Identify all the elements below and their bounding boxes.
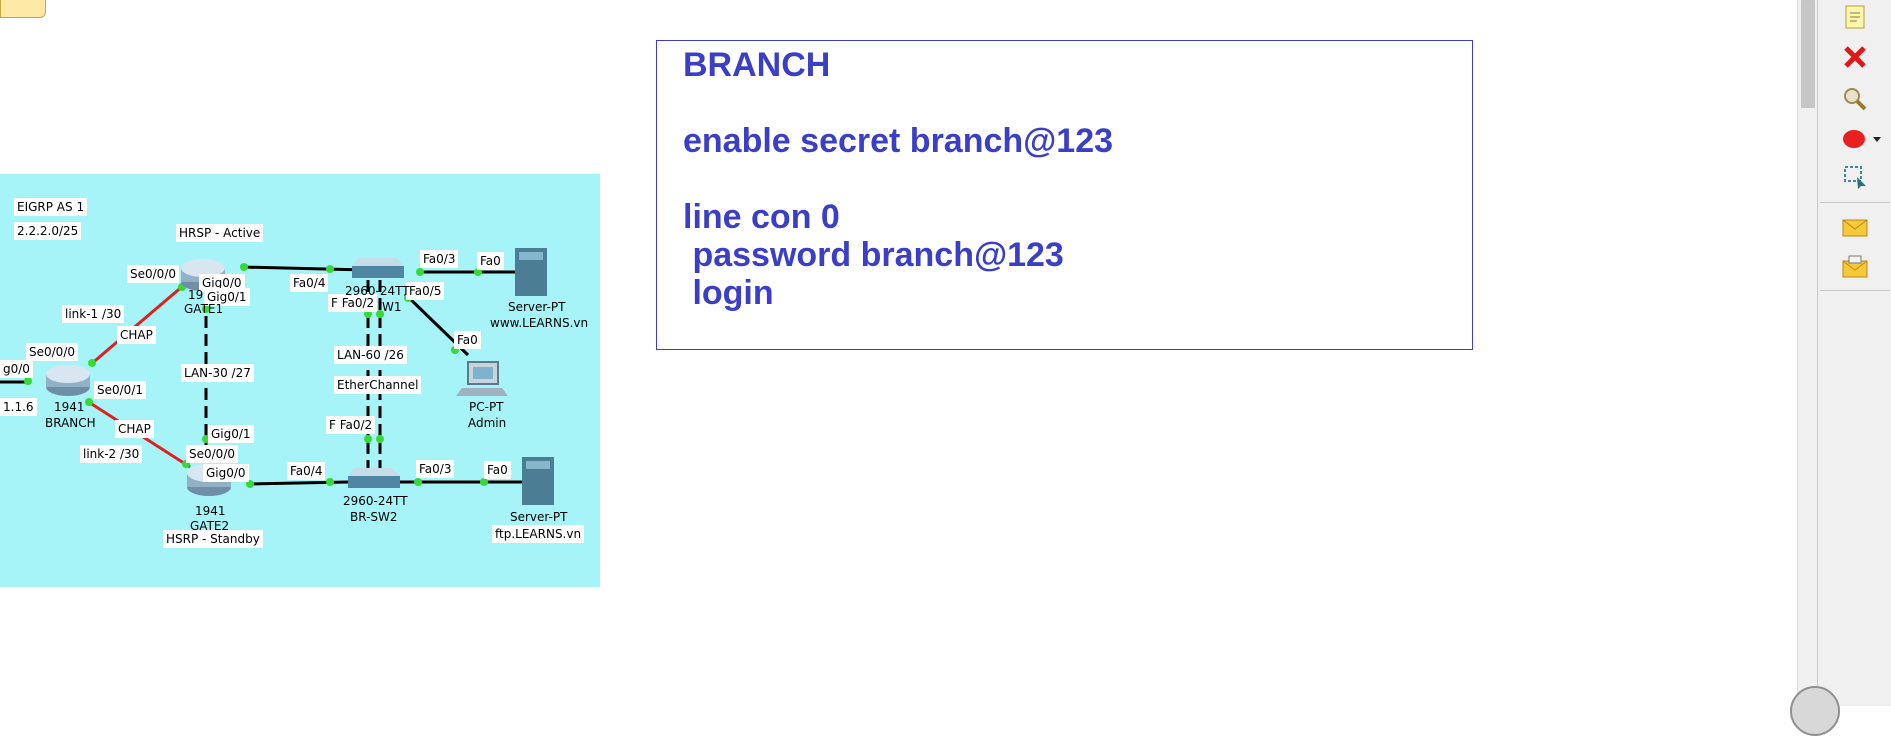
sw2-fa04-label: Fa0/4 <box>287 462 326 480</box>
web-fa0-label: Fa0 <box>477 252 504 270</box>
branch-se000-label: Se0/0/0 <box>26 343 78 361</box>
sw1-model-label: 2960-24TT <box>345 284 410 298</box>
note-line-enable: enable secret branch@123 <box>683 122 1114 160</box>
link-gate1-sw1 <box>241 265 367 272</box>
scrollbar-thumb[interactable] <box>1801 0 1815 108</box>
lan30-label: LAN-30 /27 <box>181 364 254 382</box>
web-type-label: Server-PT <box>508 300 566 314</box>
note-line-con: line con 0 <box>683 198 840 236</box>
gate1-se000-label: Se0/0/0 <box>127 265 179 283</box>
simple-pdu-icon[interactable] <box>1838 210 1872 244</box>
gate1-name-label: GATE1 <box>184 302 224 316</box>
complex-pdu-icon[interactable] <box>1838 250 1872 284</box>
gate1-model-label: 19 <box>188 288 204 302</box>
gate2-gig01-label: Gig0/1 <box>208 425 254 443</box>
server-ftp-icon <box>522 457 554 505</box>
hsrp-active-label: HRSP - Active <box>176 224 264 242</box>
eigrp-label: EIGRP AS 1 <box>14 198 88 216</box>
delete-icon[interactable] <box>1838 40 1872 74</box>
sw1-fa04-label: Fa0/4 <box>290 274 329 292</box>
sw2-name-label: BR-SW2 <box>350 510 398 524</box>
vertical-scrollbar[interactable] <box>1797 0 1817 706</box>
branch-gig00-label: g0/0 <box>0 360 33 378</box>
note-line-password: password branch@123 <box>683 236 1064 274</box>
note-line-title: BRANCH <box>683 46 831 84</box>
topology-area[interactable]: EIGRP AS 1 2.2.2.0/25 HRSP - Active Se0/… <box>0 174 600 587</box>
right-toolbar <box>1817 0 1891 706</box>
pc-fa0-label: Fa0 <box>454 331 481 349</box>
gate2-se000-label: Se0/0/0 <box>186 445 238 463</box>
link-branch-gate1 <box>89 283 185 367</box>
sw1-fa05-label: Fa0/5 <box>406 282 445 300</box>
toolbar-separator <box>1820 290 1890 291</box>
server-web-icon <box>515 248 547 296</box>
branch-name-label: BRANCH <box>45 416 96 430</box>
sw1-fa03-label: Fa0/3 <box>420 250 459 268</box>
network-label: 2.2.2.0/25 <box>14 222 82 240</box>
branch-ip-label: 1.1.6 <box>0 398 37 416</box>
draw-ellipse-icon[interactable] <box>1838 122 1872 156</box>
ftp-fa0-label: Fa0 <box>484 461 511 479</box>
switch-sw2-icon <box>348 468 400 488</box>
hsrp-standby-label: HSRP - Standby <box>163 530 263 548</box>
pc-type-label: PC-PT <box>469 400 504 414</box>
resize-select-icon[interactable] <box>1838 160 1872 194</box>
web-name-label: www.LEARNS.vn <box>490 316 589 330</box>
realtime-clock-icon[interactable] <box>1790 686 1840 736</box>
select-note-icon[interactable] <box>1838 0 1872 34</box>
config-note[interactable]: BRANCH enable secret branch@123 line con… <box>656 40 1473 350</box>
link1-label: link-1 /30 <box>62 305 125 323</box>
sw1-name-label: W1 <box>382 300 402 314</box>
sw2-model-label: 2960-24TT <box>343 494 408 508</box>
router-branch-icon <box>46 365 90 396</box>
sw2-fa02-label: F Fa0/2 <box>326 416 376 434</box>
gate2-gig00-label: Gig0/0 <box>203 464 249 482</box>
pc-admin-icon <box>456 361 508 396</box>
link2-label: link-2 /30 <box>80 445 143 463</box>
toolbar-separator <box>1820 202 1890 203</box>
workspace-canvas[interactable]: EIGRP AS 1 2.2.2.0/25 HRSP - Active Se0/… <box>0 0 1797 706</box>
ftp-name-label: ftp.LEARNS.vn <box>492 525 585 543</box>
switch-sw1-icon <box>352 258 404 278</box>
chap2-label: CHAP <box>115 420 154 438</box>
ftp-type-label: Server-PT <box>510 510 568 524</box>
cluster-icon[interactable] <box>0 0 46 18</box>
pc-name-label: Admin <box>468 416 507 430</box>
sw2-fa03-label: Fa0/3 <box>416 460 455 478</box>
lan60-label: LAN-60 /26 <box>334 346 407 364</box>
etherchannel-label: EtherChannel <box>334 376 422 394</box>
branch-se001-label: Se0/0/1 <box>94 381 146 399</box>
note-line-login: login <box>683 274 774 312</box>
gate2-model-label: 1941 <box>195 504 226 518</box>
branch-model-label: 1941 <box>54 400 85 414</box>
chevron-down-icon[interactable] <box>1868 122 1886 156</box>
inspect-icon[interactable] <box>1838 82 1872 116</box>
chap1-label: CHAP <box>117 326 156 344</box>
